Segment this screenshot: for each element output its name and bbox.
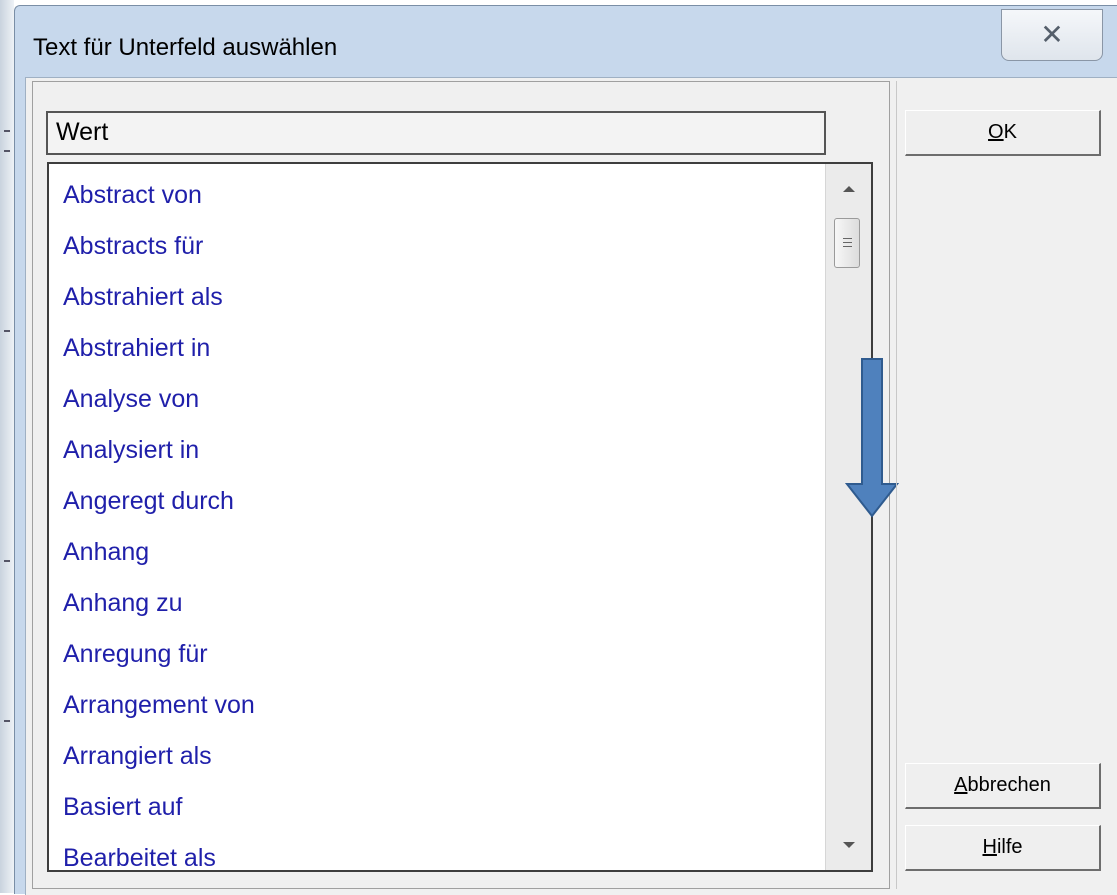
list-item[interactable]: Arrangement von: [63, 691, 255, 720]
scroll-down-icon[interactable]: [843, 842, 855, 848]
cancel-button[interactable]: Abbrechen: [905, 763, 1101, 809]
scroll-thumb[interactable]: [834, 218, 860, 268]
dialog-title: Text für Unterfeld auswählen: [33, 34, 338, 61]
list-item[interactable]: Abstracts für: [63, 232, 203, 261]
thumb-grip: [843, 238, 852, 239]
list-item[interactable]: Basiert auf: [63, 793, 183, 822]
ok-button[interactable]: OK: [905, 110, 1101, 156]
list-item[interactable]: Bearbeitet als: [63, 844, 216, 870]
thumb-grip: [843, 242, 852, 243]
scroll-up-icon[interactable]: [843, 186, 855, 192]
list-item[interactable]: Anregung für: [63, 640, 208, 669]
select-text-dialog: Text für Unterfeld auswählen ✕ Wert Abst…: [14, 5, 1117, 895]
cancel-mnemonic: A: [954, 774, 968, 796]
cancel-label: bbrechen: [967, 774, 1051, 796]
dialog-client-area: Wert Abstract von Abstracts für Abstrahi…: [25, 77, 1117, 895]
column-header-value[interactable]: Wert: [46, 111, 826, 155]
list-item[interactable]: Abstrahiert als: [63, 283, 223, 312]
thumb-grip: [843, 246, 852, 247]
list-item[interactable]: Anhang: [63, 538, 149, 567]
list-panel: Wert Abstract von Abstracts für Abstrahi…: [32, 81, 899, 889]
value-listbox[interactable]: Abstract von Abstracts für Abstrahiert a…: [47, 162, 873, 872]
down-arrow-icon: [845, 358, 899, 518]
help-button[interactable]: Hilfe: [905, 825, 1101, 871]
list-item[interactable]: Arrangiert als: [63, 742, 212, 771]
background-mark: [4, 330, 10, 332]
list-item[interactable]: Anhang zu: [63, 589, 183, 618]
list-item[interactable]: Angeregt durch: [63, 487, 234, 516]
ok-label: K: [1003, 121, 1017, 143]
help-mnemonic: H: [982, 836, 997, 858]
background-mark: [4, 150, 10, 152]
list-item[interactable]: Analysiert in: [63, 436, 199, 465]
list-item[interactable]: Abstract von: [63, 181, 202, 210]
close-button[interactable]: ✕: [1001, 9, 1103, 61]
list-item[interactable]: Analyse von: [63, 385, 199, 414]
close-icon: ✕: [1040, 19, 1064, 50]
button-panel: OK Abbrechen Hilfe: [896, 81, 1115, 889]
help-label: ilfe: [996, 836, 1023, 858]
background-mark: [4, 130, 10, 132]
list-item[interactable]: Abstrahiert in: [63, 334, 210, 363]
ok-mnemonic: O: [988, 121, 1004, 143]
background-window-edge: [0, 0, 14, 893]
background-mark: [4, 720, 10, 722]
background-mark: [4, 560, 10, 562]
